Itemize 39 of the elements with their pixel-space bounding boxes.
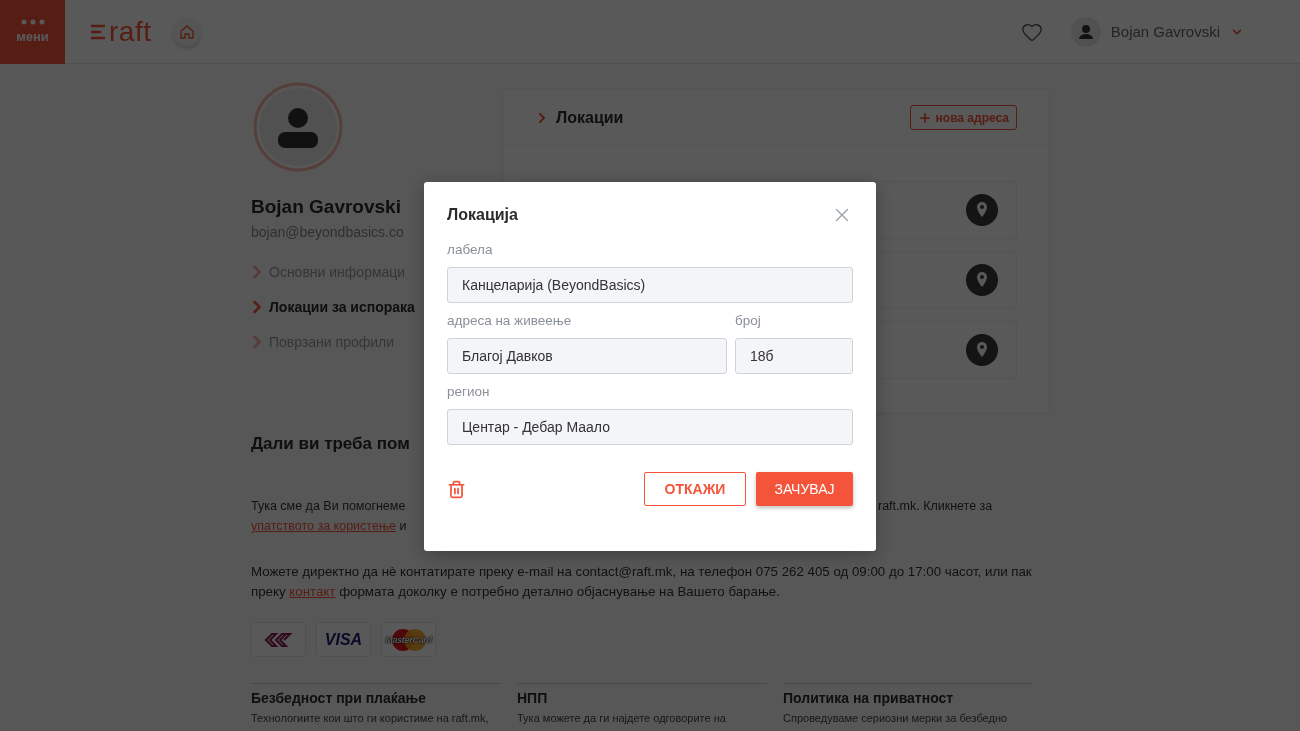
text-field[interactable]: Благој Давков [447,338,727,374]
text-field[interactable]: 18б [735,338,853,374]
field-label: лабела [447,242,494,257]
location-pin-icon[interactable] [966,334,998,366]
help-title: Дали ви треба пом [251,434,411,454]
footer-title[interactable]: Политика на приватност [783,690,1033,706]
text-field[interactable]: Канцеларија (BeyondBasics) [447,267,853,303]
help-text: Тука сме да Ви помогнеме [251,498,407,515]
menu-button[interactable]: мени [0,0,65,64]
plus-icon [917,110,932,125]
field-label: регион [447,384,491,399]
footer-title[interactable]: НПП [517,690,767,706]
footer-title[interactable]: Безбедност при плаќање [251,690,501,706]
dots-icon [19,19,46,25]
location-pin-icon[interactable] [966,194,998,226]
save-button[interactable]: ЗАЧУВАЈ [756,472,853,506]
home-icon[interactable] [173,17,202,46]
help-text: raft.mk. Кликнете за [878,498,994,515]
contact-link[interactable]: контакт [289,584,336,599]
footer-text: Тука можете да ги најдете одговорите на [517,712,727,724]
guide-link[interactable]: упатството за користење [251,519,396,533]
footer-text: Спроведуваме сериозни мерки за безбедно [783,712,1009,724]
profile-name: Bojan Gavrovski [251,196,401,218]
footer-text: Технологиите кои што ги користиме на raft.mk, [251,712,490,724]
text-field[interactable]: Центар - Дебар Маало [447,409,853,445]
dialog-title: Локација [447,206,518,224]
user-avatar-icon [1070,16,1101,47]
contact-paragraph: Можете директно да нè контатирате преку e-mail на contact@raft.mk, на телефон 075 262 405 од 09:00 до 17:00 часот, или пак преку контакт формата доколку е потребно детално објаснување на Вашето барање. [251,563,1033,601]
avatar-icon [253,82,343,172]
visa-logo: VISA [316,622,371,657]
help-text: и [399,519,407,533]
new-address-button[interactable]: нова адреса [909,105,1017,130]
bank-logo [251,622,306,657]
logo[interactable]: raft [91,15,152,48]
panel-title: Локации [534,108,910,127]
field-label: број [735,313,762,328]
cancel-button[interactable]: ОТКАЖИ [644,472,746,506]
trash-icon[interactable] [447,479,466,499]
location-pin-icon[interactable] [966,264,998,296]
